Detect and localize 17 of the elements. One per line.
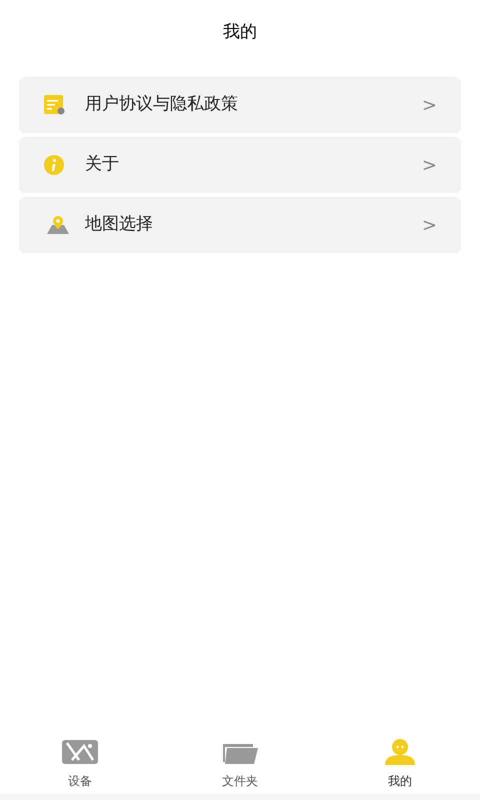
- chevron-icon: >: [422, 152, 437, 178]
- photo-icon: [62, 740, 98, 764]
- page-title: 我的: [223, 21, 257, 44]
- chevron-icon: >: [422, 212, 437, 238]
- tab[interactable]: 文件夹: [160, 738, 320, 794]
- chevron-icon: >: [422, 92, 437, 118]
- note-icon: [43, 95, 65, 115]
- menu-label: 地图选择: [85, 213, 154, 236]
- menu-label: 关于: [85, 153, 120, 176]
- menu-item[interactable]: 关于 >: [19, 137, 461, 193]
- menu-label: 用户协议与隐私政策: [85, 93, 239, 116]
- menu-item[interactable]: 地图选择 >: [19, 197, 461, 253]
- person-icon: [384, 739, 416, 765]
- tab[interactable]: 我的: [320, 738, 480, 794]
- menu-item[interactable]: 用户协议与隐私政策 >: [19, 77, 461, 133]
- tab[interactable]: 设备: [0, 738, 160, 794]
- info-icon: [43, 155, 65, 175]
